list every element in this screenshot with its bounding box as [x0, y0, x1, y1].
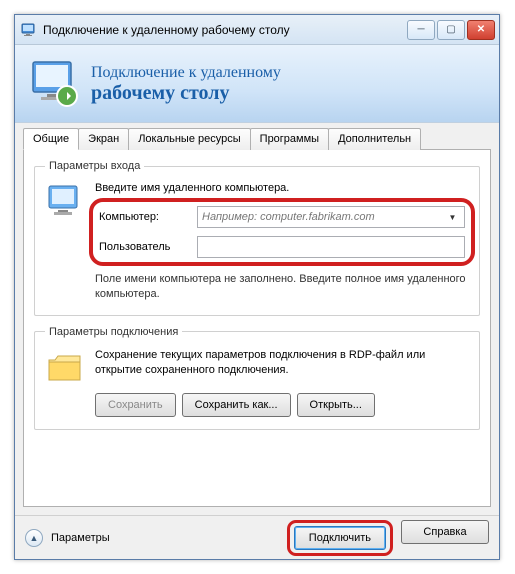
- options-label: Параметры: [51, 532, 279, 544]
- chevron-up-icon: ▲: [30, 533, 39, 543]
- rdp-dialog: Подключение к удаленному рабочему столу …: [14, 14, 500, 560]
- connection-legend: Параметры подключения: [45, 326, 182, 338]
- titlebar[interactable]: Подключение к удаленному рабочему столу …: [15, 15, 499, 45]
- tab-advanced[interactable]: Дополнительн: [328, 128, 421, 150]
- save-as-button[interactable]: Сохранить как...: [182, 393, 291, 417]
- computer-label: Компьютер:: [99, 211, 187, 223]
- tab-local-resources[interactable]: Локальные ресурсы: [128, 128, 250, 150]
- tab-programs[interactable]: Программы: [250, 128, 329, 150]
- banner-line1: Подключение к удаленному: [91, 64, 281, 82]
- folder-icon: [45, 348, 85, 388]
- banner-line2: рабочему столу: [91, 82, 281, 104]
- close-button[interactable]: ✕: [467, 20, 495, 40]
- collapse-options-button[interactable]: ▲: [25, 529, 43, 547]
- help-button[interactable]: Справка: [401, 520, 489, 544]
- tab-panel-general: Параметры входа Введите имя удаленного к…: [23, 149, 491, 507]
- save-button[interactable]: Сохранить: [95, 393, 176, 417]
- chevron-down-icon[interactable]: ▼: [445, 213, 460, 222]
- tab-general[interactable]: Общие: [23, 128, 79, 150]
- rdp-icon: [29, 58, 81, 110]
- login-legend: Параметры входа: [45, 160, 144, 172]
- maximize-button[interactable]: ▢: [437, 20, 465, 40]
- computer-icon: [45, 182, 85, 222]
- login-intro: Введите имя удаленного компьютера.: [95, 182, 469, 194]
- open-button[interactable]: Открыть...: [297, 393, 375, 417]
- tabs: Общие Экран Локальные ресурсы Программы …: [23, 128, 491, 150]
- minimize-button[interactable]: ─: [407, 20, 435, 40]
- highlight-inputs: Компьютер: Например: computer.fabrikam.c…: [89, 198, 475, 266]
- footer: ▲ Параметры Подключить Справка: [15, 515, 499, 559]
- connect-button[interactable]: Подключить: [294, 526, 386, 550]
- banner: Подключение к удаленному рабочему столу: [15, 45, 499, 123]
- computer-placeholder: Например: computer.fabrikam.com: [202, 211, 445, 223]
- computer-hint: Поле имени компьютера не заполнено. Введ…: [95, 272, 469, 303]
- tab-display[interactable]: Экран: [78, 128, 129, 150]
- connection-settings-group: Параметры подключения Сохранение текущих…: [34, 326, 480, 430]
- titlebar-title: Подключение к удаленному рабочему столу: [43, 23, 407, 37]
- username-input[interactable]: [197, 236, 465, 258]
- app-icon: [21, 22, 37, 38]
- connection-desc: Сохранение текущих параметров подключени…: [95, 348, 469, 379]
- login-settings-group: Параметры входа Введите имя удаленного к…: [34, 160, 480, 316]
- computer-combobox[interactable]: Например: computer.fabrikam.com ▼: [197, 206, 465, 228]
- user-label: Пользователь: [99, 241, 187, 253]
- highlight-connect: Подключить: [287, 520, 393, 556]
